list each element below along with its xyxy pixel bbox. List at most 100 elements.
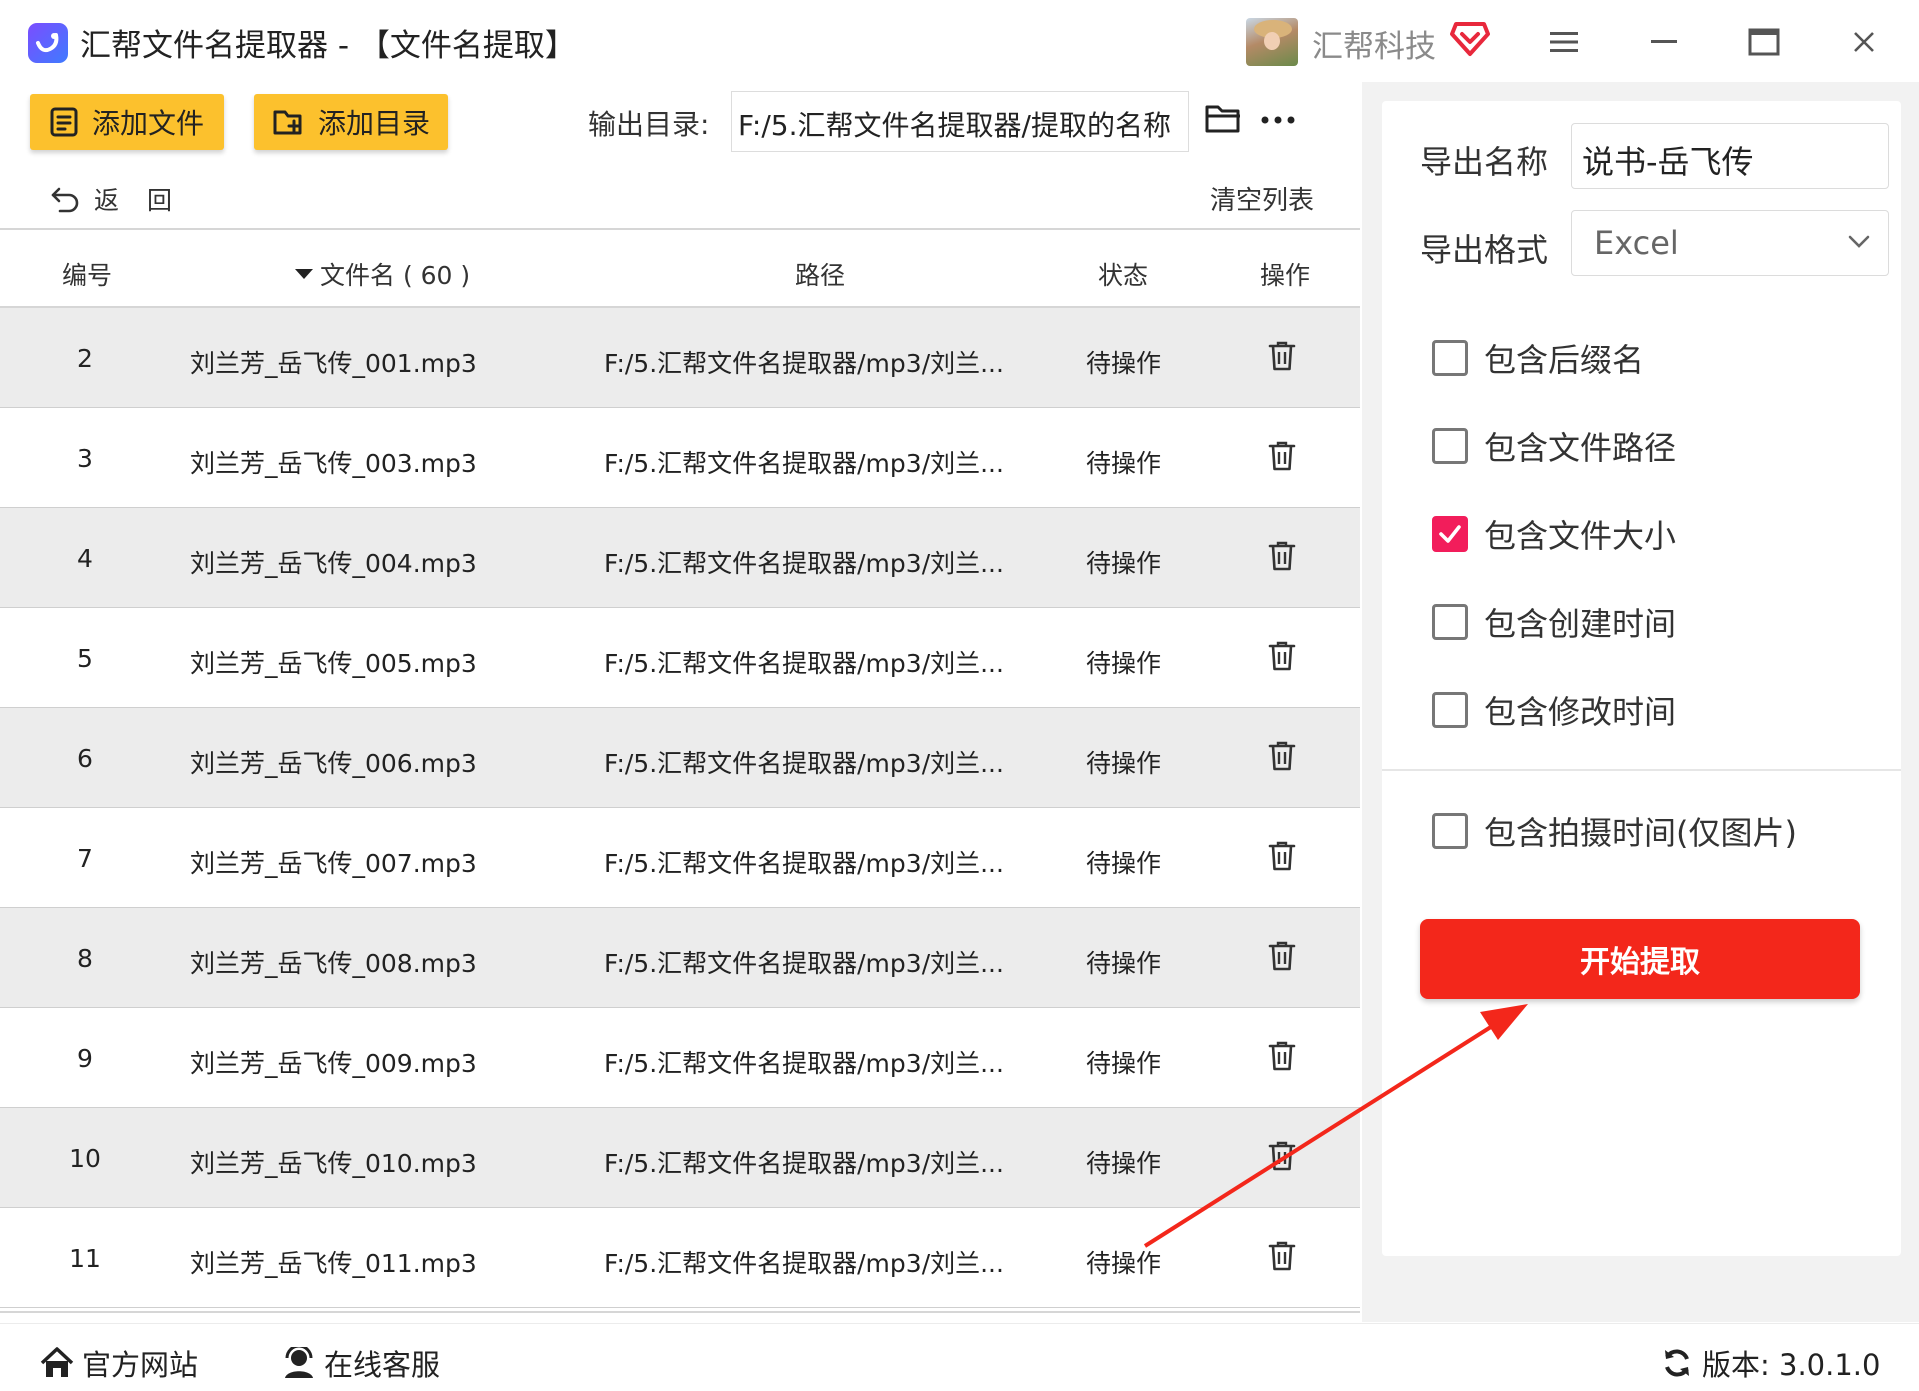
start-extract-button[interactable]: 开始提取: [1420, 919, 1860, 999]
add-directory-button[interactable]: 添加目录: [254, 94, 448, 150]
row-path: F:/5.汇帮文件名提取器/mp3/刘兰...: [604, 1249, 1004, 1278]
row-path: F:/5.汇帮文件名提取器/mp3/刘兰...: [604, 949, 1004, 978]
row-filename: 刘兰芳_岳飞传_006.mp3: [190, 749, 477, 778]
checkbox-icon[interactable]: [1432, 428, 1468, 464]
trash-icon[interactable]: [1268, 340, 1296, 378]
option-label: 包含后缀名: [1484, 341, 1645, 379]
option-checkbox[interactable]: 包含文件路径: [1432, 423, 1676, 469]
online-support-label: 在线客服: [324, 1348, 441, 1382]
header-path: 路径: [795, 261, 846, 290]
official-website-label: 官方网站: [82, 1348, 199, 1382]
table-row: 8 刘兰芳_岳飞传_008.mp3 F:/5.汇帮文件名提取器/mp3/刘兰... 待…: [0, 908, 1360, 1008]
close-icon[interactable]: [1842, 22, 1886, 62]
header-operation: 操作: [1260, 261, 1311, 290]
row-number: 8: [77, 944, 93, 973]
customer-service-icon: [285, 1347, 313, 1378]
add-file-button[interactable]: 添加文件: [30, 94, 224, 150]
row-filename: 刘兰芳_岳飞传_011.mp3: [190, 1249, 477, 1278]
file-table: 编号 文件名 ( 60 ) 路径 状态 操作 2 刘兰芳_岳飞传_001.mp3 F…: [0, 228, 1360, 1308]
home-icon: [40, 1347, 74, 1377]
option-checkbox[interactable]: 包含拍摄时间(仅图片): [1432, 808, 1797, 854]
avatar[interactable]: [1246, 18, 1298, 66]
row-status: 待操作: [1086, 649, 1162, 678]
checkbox-checked-icon[interactable]: [1432, 516, 1468, 552]
table-row: 5 刘兰芳_岳飞传_005.mp3 F:/5.汇帮文件名提取器/mp3/刘兰... 待…: [0, 608, 1360, 708]
export-format-select[interactable]: Excel: [1571, 210, 1889, 276]
minimize-icon[interactable]: [1642, 22, 1686, 62]
trash-icon[interactable]: [1268, 740, 1296, 778]
row-filename: 刘兰芳_岳飞传_007.mp3: [190, 849, 477, 878]
row-filename: 刘兰芳_岳飞传_003.mp3: [190, 449, 477, 478]
row-filename: 刘兰芳_岳飞传_001.mp3: [190, 349, 477, 378]
add-file-icon: [50, 107, 78, 137]
header-number: 编号: [62, 261, 113, 290]
option-checkbox[interactable]: 包含后缀名: [1432, 335, 1644, 381]
online-support-link[interactable]: 在线客服: [282, 1342, 440, 1384]
trash-icon[interactable]: [1268, 1240, 1296, 1278]
checkbox-icon[interactable]: [1432, 692, 1468, 728]
export-format-value: Excel: [1594, 224, 1679, 262]
checkbox-icon[interactable]: [1432, 813, 1468, 849]
output-dir-field[interactable]: F:/5.汇帮文件名提取器/提取的名称: [731, 91, 1189, 152]
table-row: 11 刘兰芳_岳飞传_011.mp3 F:/5.汇帮文件名提取器/mp3/刘兰...…: [0, 1208, 1360, 1308]
more-options-icon[interactable]: [1260, 110, 1296, 129]
row-number: 3: [77, 444, 93, 473]
table-row: 3 刘兰芳_岳飞传_003.mp3 F:/5.汇帮文件名提取器/mp3/刘兰... 待…: [0, 408, 1360, 508]
checkbox-icon[interactable]: [1432, 604, 1468, 640]
row-path: F:/5.汇帮文件名提取器/mp3/刘兰...: [604, 449, 1004, 478]
export-name-input[interactable]: 说书-岳飞传: [1571, 123, 1889, 189]
sort-down-icon: [295, 269, 313, 279]
row-number: 9: [77, 1044, 93, 1073]
trash-icon[interactable]: [1268, 440, 1296, 478]
row-number: 5: [77, 644, 93, 673]
row-filename: 刘兰芳_岳飞传_004.mp3: [190, 549, 477, 578]
checkbox-icon[interactable]: [1432, 340, 1468, 376]
row-number: 7: [77, 844, 93, 873]
table-row: 9 刘兰芳_岳飞传_009.mp3 F:/5.汇帮文件名提取器/mp3/刘兰... 待…: [0, 1008, 1360, 1108]
option-label: 包含创建时间: [1484, 605, 1677, 643]
option-checkbox[interactable]: 包含创建时间: [1432, 599, 1676, 645]
trash-icon[interactable]: [1268, 940, 1296, 978]
trash-icon[interactable]: [1268, 640, 1296, 678]
header-status: 状态: [1098, 261, 1149, 290]
row-number: 4: [77, 544, 93, 573]
row-status: 待操作: [1086, 349, 1162, 378]
official-website-link[interactable]: 官方网站: [40, 1342, 198, 1384]
vip-diamond-icon[interactable]: [1450, 20, 1490, 58]
back-button[interactable]: 返 回: [50, 181, 182, 217]
version-info[interactable]: 版本: 3.0.1.0: [1660, 1342, 1880, 1384]
table-row: 6 刘兰芳_岳飞传_006.mp3 F:/5.汇帮文件名提取器/mp3/刘兰... 待…: [0, 708, 1360, 808]
trash-icon[interactable]: [1268, 840, 1296, 878]
row-path: F:/5.汇帮文件名提取器/mp3/刘兰...: [604, 1049, 1004, 1078]
row-filename: 刘兰芳_岳飞传_010.mp3: [190, 1149, 477, 1178]
header-filename[interactable]: 文件名 ( 60 ): [294, 256, 470, 292]
back-label: 返 回: [94, 186, 182, 215]
row-status: 待操作: [1086, 1249, 1162, 1278]
row-filename: 刘兰芳_岳飞传_008.mp3: [190, 949, 477, 978]
open-folder-icon[interactable]: [1205, 103, 1243, 139]
window-title: 汇帮文件名提取器 - 【文件名提取】: [80, 28, 576, 64]
trash-icon[interactable]: [1268, 540, 1296, 578]
row-status: 待操作: [1086, 749, 1162, 778]
row-status: 待操作: [1086, 449, 1162, 478]
option-checkbox[interactable]: 包含修改时间: [1432, 687, 1676, 733]
row-status: 待操作: [1086, 1149, 1162, 1178]
trash-icon[interactable]: [1268, 1140, 1296, 1178]
panel-divider: [1382, 769, 1901, 771]
maximize-icon[interactable]: [1742, 22, 1786, 62]
row-status: 待操作: [1086, 849, 1162, 878]
table-body: 2 刘兰芳_岳飞传_001.mp3 F:/5.汇帮文件名提取器/mp3/刘兰... 待…: [0, 308, 1360, 1308]
table-row: 10 刘兰芳_岳飞传_010.mp3 F:/5.汇帮文件名提取器/mp3/刘兰...…: [0, 1108, 1360, 1208]
option-label: 包含拍摄时间(仅图片): [1484, 814, 1797, 852]
add-folder-icon: [273, 110, 302, 135]
clear-list-button[interactable]: 清空列表: [1210, 180, 1314, 217]
trash-icon[interactable]: [1268, 1040, 1296, 1078]
row-path: F:/5.汇帮文件名提取器/mp3/刘兰...: [604, 1149, 1004, 1178]
version-label: 版本: 3.0.1.0: [1702, 1348, 1881, 1382]
chevron-down-icon: [1848, 235, 1870, 248]
table-row: 7 刘兰芳_岳飞传_007.mp3 F:/5.汇帮文件名提取器/mp3/刘兰... 待…: [0, 808, 1360, 908]
menu-icon[interactable]: [1542, 22, 1586, 62]
option-checkbox[interactable]: 包含文件大小: [1432, 511, 1676, 557]
add-file-label: 添加文件: [92, 107, 205, 140]
row-path: F:/5.汇帮文件名提取器/mp3/刘兰...: [604, 649, 1004, 678]
